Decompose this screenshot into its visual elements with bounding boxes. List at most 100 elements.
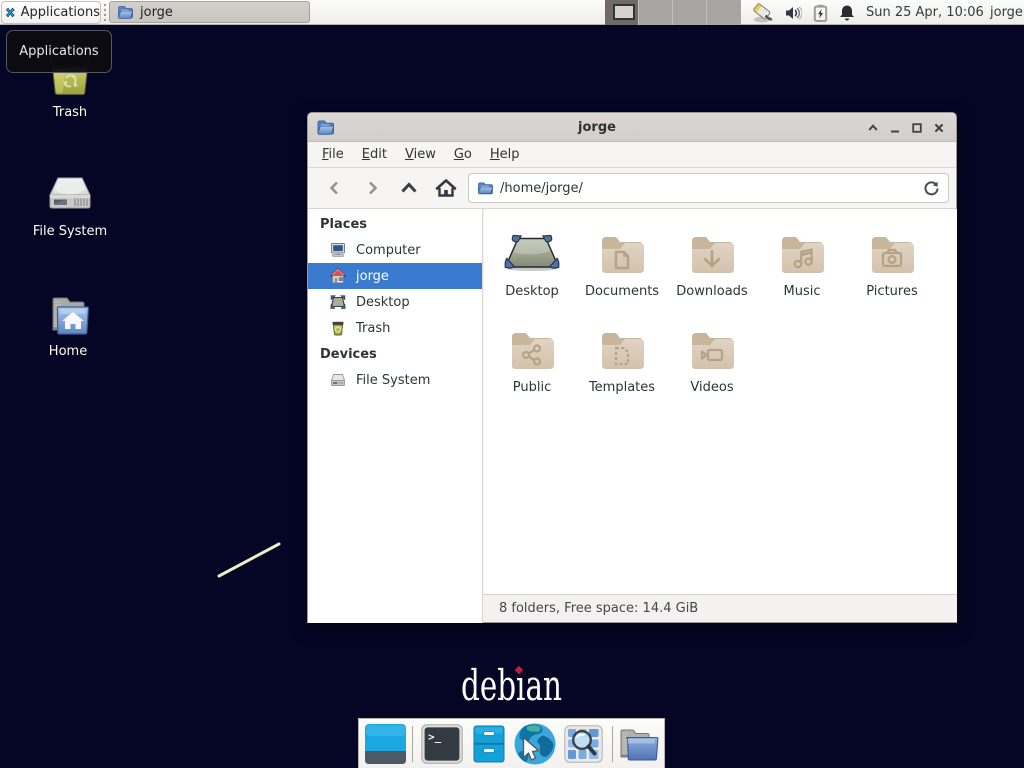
desktop-folder-icon	[503, 227, 561, 275]
terminal-icon: >_	[421, 724, 463, 764]
battery-icon[interactable]	[813, 4, 828, 22]
home-icon	[330, 268, 346, 284]
sidebar-item-label: Computer	[356, 243, 421, 258]
xfce-logo-icon	[5, 3, 16, 22]
window-title: jorge	[338, 120, 856, 135]
sidebar-item-desktop[interactable]: Desktop	[308, 289, 482, 315]
web-browser-globe-icon	[512, 722, 558, 766]
file-item-templates[interactable]: Templates	[579, 323, 665, 395]
file-item-label: Desktop	[505, 284, 559, 299]
sidebar-item-label: jorge	[356, 269, 389, 284]
file-item-videos[interactable]: Videos	[669, 323, 755, 395]
desktop-icon	[330, 294, 346, 310]
sidebar-item-computer[interactable]: Computer	[308, 237, 482, 263]
home-folder-icon	[45, 296, 91, 338]
file-item-label: Downloads	[676, 284, 747, 299]
path-text[interactable]: /home/jorge/	[500, 181, 923, 196]
taskbar-window-label: jorge	[140, 5, 173, 20]
file-item-downloads[interactable]: Downloads	[669, 227, 755, 299]
videos-folder-icon	[688, 323, 736, 371]
applications-tooltip-text: Applications	[19, 44, 98, 59]
public-folder-icon	[508, 323, 556, 371]
window-titlebar[interactable]: jorge	[308, 113, 956, 142]
panel-clock[interactable]: Sun 25 Apr, 10:06	[866, 0, 984, 25]
applications-menu-button[interactable]: Applications	[1, 1, 101, 24]
bottom-dock: >_	[358, 718, 665, 768]
volume-icon[interactable]	[785, 5, 802, 21]
dock-file-cabinet[interactable]	[472, 725, 506, 767]
desktop-icon-filesystem[interactable]: File System	[15, 174, 125, 239]
back-button[interactable]	[322, 174, 348, 202]
dock-show-desktop[interactable]	[364, 723, 407, 768]
debian-wallpaper-logo: debıan	[461, 665, 562, 707]
sidebar-item-trash[interactable]: Trash	[308, 315, 482, 341]
file-item-public[interactable]: Public	[489, 323, 575, 395]
menu-file[interactable]: File	[313, 143, 353, 166]
wallpaper-line-artifact	[214, 538, 286, 582]
terminal-prompt-glyph: >_	[428, 731, 442, 744]
sidebar-item-label: Desktop	[356, 295, 410, 310]
path-bar[interactable]: /home/jorge/	[468, 173, 949, 203]
minimize-button[interactable]	[884, 117, 906, 139]
panel-handle[interactable]	[103, 4, 107, 21]
taskbar-window-button[interactable]: jorge	[109, 1, 310, 23]
dock-terminal[interactable]: >_	[421, 724, 463, 768]
dock-separator	[612, 726, 613, 762]
dock-web-browser[interactable]	[512, 722, 558, 768]
forward-button[interactable]	[359, 174, 385, 202]
documents-folder-icon	[598, 227, 646, 275]
menu-edit[interactable]: Edit	[353, 143, 396, 166]
downloads-folder-icon	[688, 227, 736, 275]
home-button[interactable]	[433, 174, 459, 202]
desktop-icon-label: Home	[49, 344, 87, 359]
dock-app-finder[interactable]	[564, 725, 603, 767]
menu-go[interactable]: Go	[445, 143, 481, 166]
file-cabinet-icon	[472, 725, 506, 763]
workspace-3[interactable]	[673, 0, 707, 25]
file-item-label: Documents	[585, 284, 659, 299]
desktop-icon-label: File System	[33, 224, 107, 239]
trash-small-icon	[330, 320, 346, 336]
shade-button[interactable]	[862, 117, 884, 139]
workspace-4[interactable]	[707, 0, 741, 25]
harddrive-icon	[48, 174, 92, 218]
sidebar-item-label: Trash	[356, 321, 390, 336]
workspace-2[interactable]	[639, 0, 673, 25]
maximize-button[interactable]	[906, 117, 928, 139]
workspace-pager[interactable]	[605, 0, 741, 25]
notifications-icon[interactable]	[839, 4, 855, 21]
window-controls	[862, 113, 950, 142]
file-item-label: Pictures	[866, 284, 917, 299]
sidebar-places-header: Places	[308, 211, 482, 237]
file-item-desktop[interactable]: Desktop	[489, 227, 575, 299]
top-panel: Applications jorge	[0, 0, 1024, 25]
statusbar-text: 8 folders, Free space: 14.4 GiB	[499, 601, 698, 616]
menu-help[interactable]: Help	[481, 143, 529, 166]
menu-view[interactable]: View	[396, 143, 445, 166]
sidebar-item-filesystem[interactable]: File System	[308, 367, 482, 393]
file-item-pictures[interactable]: Pictures	[849, 227, 935, 299]
show-desktop-icon	[364, 723, 407, 765]
dock-file-manager[interactable]	[618, 727, 660, 766]
window-folder-icon	[316, 118, 334, 136]
harddrive-small-icon	[330, 372, 346, 388]
close-button[interactable]	[928, 117, 950, 139]
file-item-documents[interactable]: Documents	[579, 227, 665, 299]
music-folder-icon	[778, 227, 826, 275]
reload-icon[interactable]	[923, 180, 940, 197]
sidebar: Places Computer jorge	[308, 209, 483, 623]
up-button[interactable]	[396, 174, 422, 202]
panel-user-label[interactable]: jorge	[990, 0, 1023, 25]
workspace-1[interactable]	[605, 0, 639, 25]
file-manager-window: jorge File Edit View Go Help	[307, 112, 957, 623]
dock-separator	[412, 726, 413, 762]
file-item-label: Music	[784, 284, 821, 299]
statusbar: 8 folders, Free space: 14.4 GiB	[483, 594, 957, 622]
network-icon[interactable]	[752, 2, 774, 24]
desktop-icon-home[interactable]: Home	[13, 296, 123, 359]
sidebar-item-jorge[interactable]: jorge	[308, 263, 482, 289]
applications-tooltip: Applications	[6, 30, 112, 73]
sidebar-bottom	[308, 594, 483, 622]
file-item-music[interactable]: Music	[759, 227, 845, 299]
file-view[interactable]: Desktop Documents Downloads	[484, 209, 957, 596]
